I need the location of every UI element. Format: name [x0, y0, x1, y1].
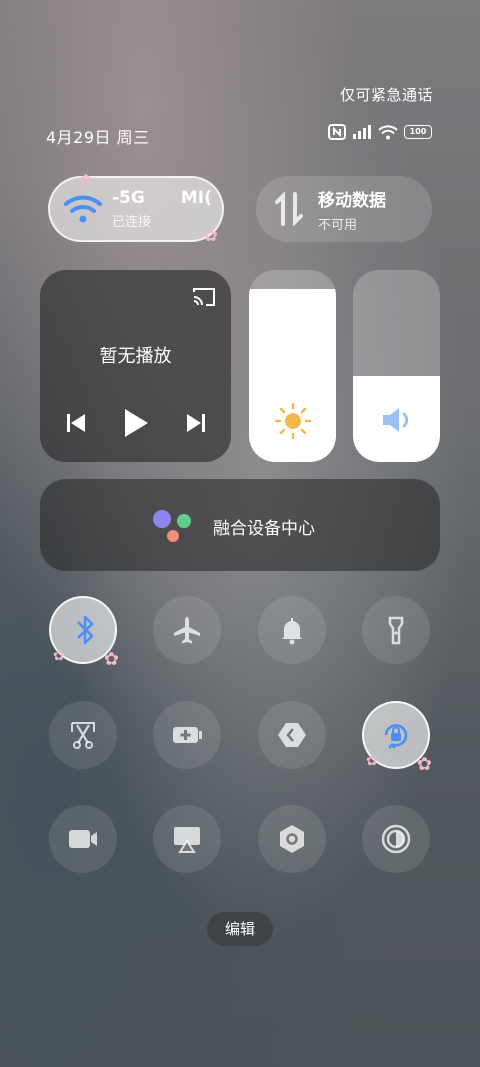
toggle-flashlight[interactable]: [362, 596, 430, 664]
contrast-icon: [381, 824, 411, 854]
camera-icon: [69, 830, 97, 848]
previous-track-icon[interactable]: [66, 413, 86, 433]
scissors-icon: [71, 722, 95, 749]
next-track-icon[interactable]: [186, 413, 206, 433]
battery-plus-icon: [173, 727, 202, 743]
mobile-data-status: 不可用: [318, 217, 358, 233]
play-icon[interactable]: [123, 408, 149, 438]
toggle-airplane[interactable]: [153, 596, 221, 664]
toggle-screen-record[interactable]: [49, 805, 117, 873]
emergency-call-text: 仅可紧急通话: [339, 86, 433, 104]
toggle-screenshot[interactable]: [49, 701, 117, 769]
flower-decoration-icon: ✿: [366, 753, 378, 769]
flower-decoration-icon: ✿: [203, 226, 218, 246]
speaker-icon: [383, 408, 409, 432]
battery-icon: 100: [404, 125, 432, 139]
cast-icon: [174, 827, 200, 853]
fusion-device-center-card[interactable]: 融合设备中心: [40, 479, 440, 571]
mobile-data-icon: [275, 192, 303, 226]
wifi-icon: [378, 124, 398, 139]
toggle-screen-cast[interactable]: [153, 805, 221, 873]
wifi-name: -5G: [112, 188, 145, 208]
fusion-label: 融合设备中心: [213, 519, 315, 539]
toggle-bluetooth[interactable]: ✿ ✿: [49, 596, 119, 670]
mobile-data-title: 移动数据: [318, 190, 386, 211]
flower-decoration-icon: ✿: [53, 648, 65, 664]
wifi-name-trail: MI(: [180, 188, 212, 208]
media-card[interactable]: 暂无播放: [40, 270, 231, 462]
flower-decoration-icon: ✿: [416, 754, 432, 775]
bluetooth-icon: [77, 615, 94, 645]
toggle-battery-saver[interactable]: [153, 701, 221, 769]
toggle-dark-mode[interactable]: [362, 805, 430, 873]
status-icons: 100: [328, 124, 432, 140]
volume-slider[interactable]: [353, 270, 440, 462]
date-text: 4月29日 周三: [46, 128, 150, 147]
media-title: 暂无播放: [99, 346, 172, 367]
rotation-lock-icon: [384, 724, 408, 749]
hexagon-icon: [280, 825, 304, 853]
fusion-dots-icon: [153, 510, 191, 542]
flower-decoration-icon: ✿: [103, 649, 119, 670]
toggle-ringer[interactable]: [258, 596, 326, 664]
flashlight-icon: [388, 616, 404, 645]
toggle-rotation-lock[interactable]: ✿ ✿: [362, 701, 432, 775]
airplane-icon: [174, 617, 200, 644]
bell-icon: [282, 618, 302, 645]
sun-icon: [274, 402, 312, 440]
mobile-data-toggle[interactable]: 移动数据 不可用: [256, 176, 432, 242]
signal-icon: [353, 125, 371, 139]
nfc-icon: [328, 124, 346, 140]
wifi-toggle[interactable]: -5G MI( 已连接 ✿ ✿: [48, 172, 224, 246]
diamond-icon: [278, 723, 306, 747]
cast-icon[interactable]: [191, 286, 217, 308]
brightness-slider[interactable]: [249, 270, 336, 462]
edit-button[interactable]: 编辑: [207, 912, 273, 946]
toggle-code-scanner[interactable]: [258, 701, 326, 769]
flower-decoration-icon: ✿: [80, 172, 92, 188]
toggle-settings-hex[interactable]: [258, 805, 326, 873]
wifi-icon: [64, 195, 102, 223]
